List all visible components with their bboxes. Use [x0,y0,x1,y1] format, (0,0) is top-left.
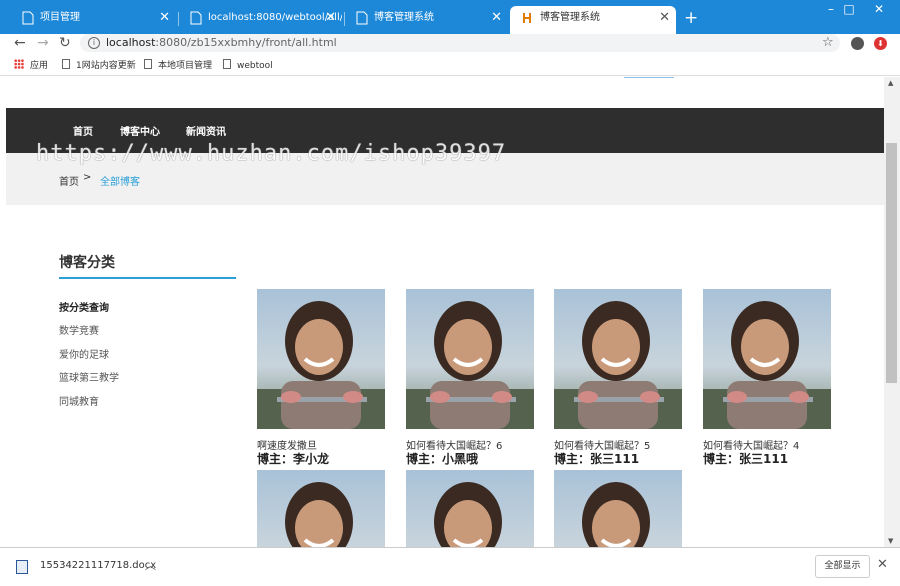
sidebar-item-basketball[interactable]: 篮球第三教学 [59,369,119,384]
bookmark-label: 1网站内容更新 [76,61,136,71]
child-photo-image [406,301,534,429]
info-icon[interactable]: i [88,37,100,49]
child-photo-image [434,482,502,547]
page-icon [190,11,202,25]
browser-tab[interactable]: localhost:8080/webtool/all/in ✕ [178,6,342,34]
sidebar-item-education[interactable]: 同城教育 [59,393,99,408]
bookmark-star-icon[interactable]: ☆ [822,35,834,50]
url-text[interactable]: localhost:8080/zb15xxbmhy/front/all.html [106,35,337,51]
breadcrumb-separator: > [83,172,92,183]
bookmark-label: webtool [237,61,273,71]
extension-icon[interactable]: ⬇ [874,37,887,50]
url-host: localhost [106,36,156,49]
bookmark-label: 应用 [30,61,49,71]
bookmark-label: 本地项目管理 [158,61,213,71]
post-thumbnail[interactable] [406,470,534,547]
word-document-icon[interactable] [16,560,28,574]
page-viewport: 首页 博客中心 新闻资讯 https://www.huzhan.com/isho… [0,77,900,547]
post-thumbnail[interactable] [406,289,534,429]
account-icon[interactable] [851,37,864,50]
browser-tab[interactable]: 博客管理系统 ✕ [344,6,508,34]
page-icon [223,59,231,69]
child-photo-image [257,301,385,429]
sidebar-title-underline [59,277,236,279]
url-path: :8080/zb15xxbmhy/front/all.html [155,36,337,49]
bookmark-item[interactable]: 本地项目管理 [144,59,212,73]
vertical-scrollbar[interactable]: ▲ ▼ [884,77,900,547]
page-icon [144,59,152,69]
breadcrumb-current: 全部博客 [100,177,140,188]
scroll-down-arrow-icon[interactable]: ▼ [888,537,893,545]
download-filename[interactable]: 15534221117718.docx [40,560,156,571]
address-bar[interactable]: i localhost:8080/zb15xxbmhy/front/all.ht… [80,34,840,52]
bookmarks-bar: 应用 1网站内容更新 本地项目管理 webtool [0,56,900,76]
post-thumbnail[interactable] [257,470,385,547]
child-photo-image [703,301,831,429]
post-owner: 博主：李小龙 [257,452,330,466]
post-thumbnail[interactable] [257,289,385,429]
show-all-button[interactable]: 全部显示 [815,555,870,578]
bookmark-item[interactable]: webtool [223,59,273,73]
reload-icon[interactable]: ↻ [59,34,71,52]
page-icon [62,59,70,69]
child-photo-image [285,482,353,547]
close-icon[interactable]: ✕ [659,6,670,30]
scroll-up-arrow-icon[interactable]: ▲ [888,79,893,87]
post-thumbnail[interactable] [554,470,682,547]
post-owner: 博主：张三111 [554,452,640,466]
close-icon[interactable]: ✕ [325,6,336,30]
back-arrow-icon[interactable]: ← [14,34,26,52]
child-photo-image [582,482,650,547]
tab-title: localhost:8080/webtool/all/in [208,12,342,23]
browser-tab[interactable]: 项目管理 ✕ [10,6,176,34]
close-icon[interactable]: ✕ [491,6,502,30]
chevron-up-icon[interactable]: ︿ [145,557,156,573]
post-thumbnail[interactable] [554,289,682,429]
nav-blog-center[interactable]: 博客中心 [120,123,160,138]
child-photo-image [554,301,682,429]
sidebar-item-query: 按分类查询 [59,303,109,314]
close-icon[interactable]: ✕ [877,557,888,572]
sidebar-item-football[interactable]: 爱你的足球 [59,346,109,361]
sidebar-item-math[interactable]: 数学竞赛 [59,322,99,337]
tab-title: 项目管理 [40,12,80,23]
window-close-button[interactable]: ✕ [864,2,894,16]
breadcrumb-home[interactable]: 首页 [59,173,79,188]
browser-toolbar: ← → ↻ i localhost:8080/zb15xxbmhy/front/… [0,34,900,56]
tab-title: 博客管理系统 [540,12,600,23]
top-accent-line [624,77,674,78]
bookmark-item[interactable]: 1网站内容更新 [62,59,136,73]
forward-arrow-icon[interactable]: → [37,34,49,52]
nav-news[interactable]: 新闻资讯 [186,123,226,138]
sidebar-title: 博客分类 [59,255,115,271]
site-favicon-icon [523,13,531,23]
new-tab-button[interactable]: + [684,6,698,30]
post-owner: 博主：张三111 [703,452,789,466]
close-icon[interactable]: ✕ [159,6,170,30]
post-thumbnail[interactable] [703,289,831,429]
browser-tab-strip: 项目管理 ✕ localhost:8080/webtool/all/in ✕ 博… [0,0,900,34]
scrollbar-thumb[interactable] [886,143,897,383]
maximize-button[interactable]: □ [834,2,864,16]
watermark-text: https://www.huzhan.com/ishop39397 [36,141,507,166]
page-icon [356,11,368,25]
tab-title: 博客管理系统 [374,12,434,23]
apps-grid-icon [14,59,24,69]
browser-tab-active[interactable]: 博客管理系统 ✕ [510,6,676,34]
download-bar: 15534221117718.docx ︿ 全部显示 ✕ [0,547,900,586]
post-owner: 博主：小黑哦 [406,452,479,466]
bookmark-apps[interactable]: 应用 [14,59,48,73]
nav-home[interactable]: 首页 [73,123,93,138]
page-icon [22,11,34,25]
